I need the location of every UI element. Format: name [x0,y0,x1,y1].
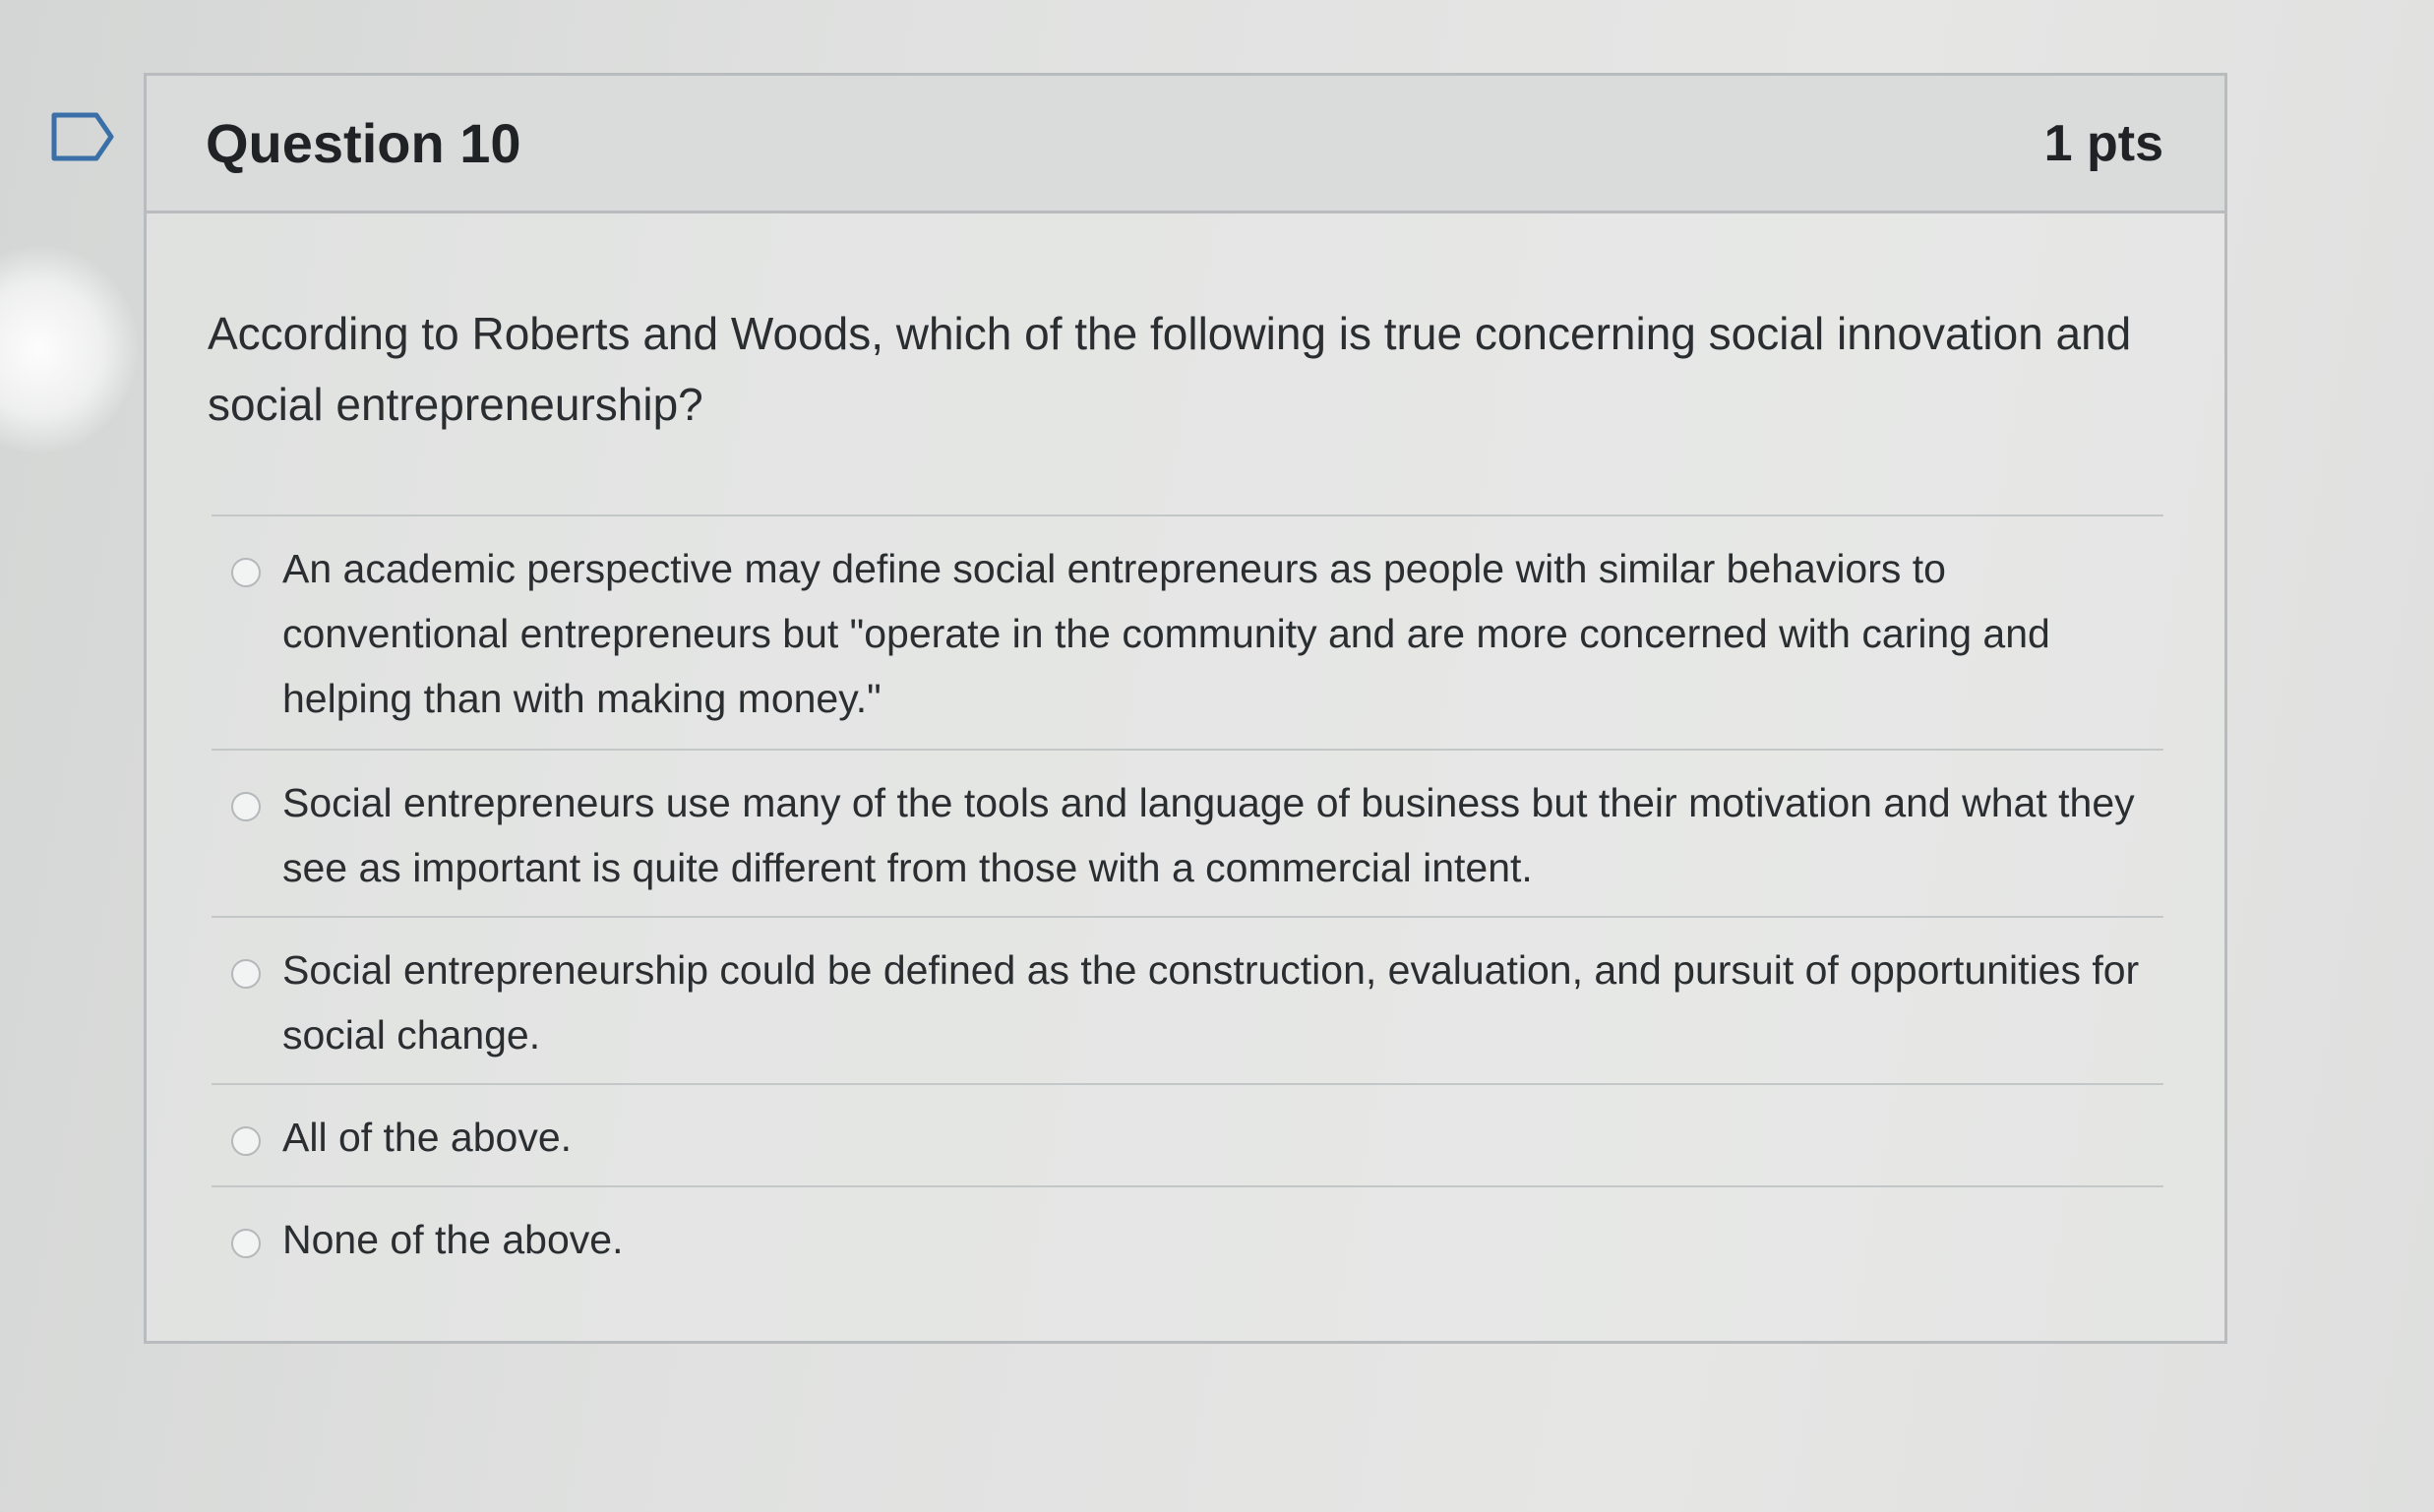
answer-option[interactable]: Social entrepreneurs use many of the too… [212,749,2163,916]
question-text: According to Roberts and Woods, which of… [208,308,2132,430]
screen-glare [0,246,138,453]
radio-button[interactable] [231,558,261,587]
answer-option[interactable]: All of the above. [212,1083,2163,1185]
answer-label[interactable]: Social entrepreneurs use many of the too… [282,751,2144,900]
answer-label[interactable]: All of the above. [282,1085,572,1170]
answer-list: An academic perspective may define socia… [212,514,2163,1284]
radio-button[interactable] [231,1229,261,1258]
answer-label[interactable]: Social entrepreneurship could be defined… [282,918,2144,1067]
answer-option[interactable]: An academic perspective may define socia… [212,514,2163,749]
question-card: Question 10 1 pts According to Roberts a… [144,73,2227,1344]
answer-label[interactable]: An academic perspective may define socia… [282,516,2144,731]
answer-label[interactable]: None of the above. [282,1187,623,1272]
bookmark-flag-icon[interactable] [51,112,114,161]
question-title: Question 10 [206,112,521,174]
radio-button[interactable] [231,792,261,821]
points-value: 1 pts [2043,114,2163,172]
question-header: Question 10 1 pts [147,76,2224,213]
radio-button[interactable] [231,959,261,989]
radio-button[interactable] [231,1126,261,1156]
answer-option[interactable]: Social entrepreneurship could be defined… [212,916,2163,1083]
answer-option[interactable]: None of the above. [212,1185,2163,1284]
